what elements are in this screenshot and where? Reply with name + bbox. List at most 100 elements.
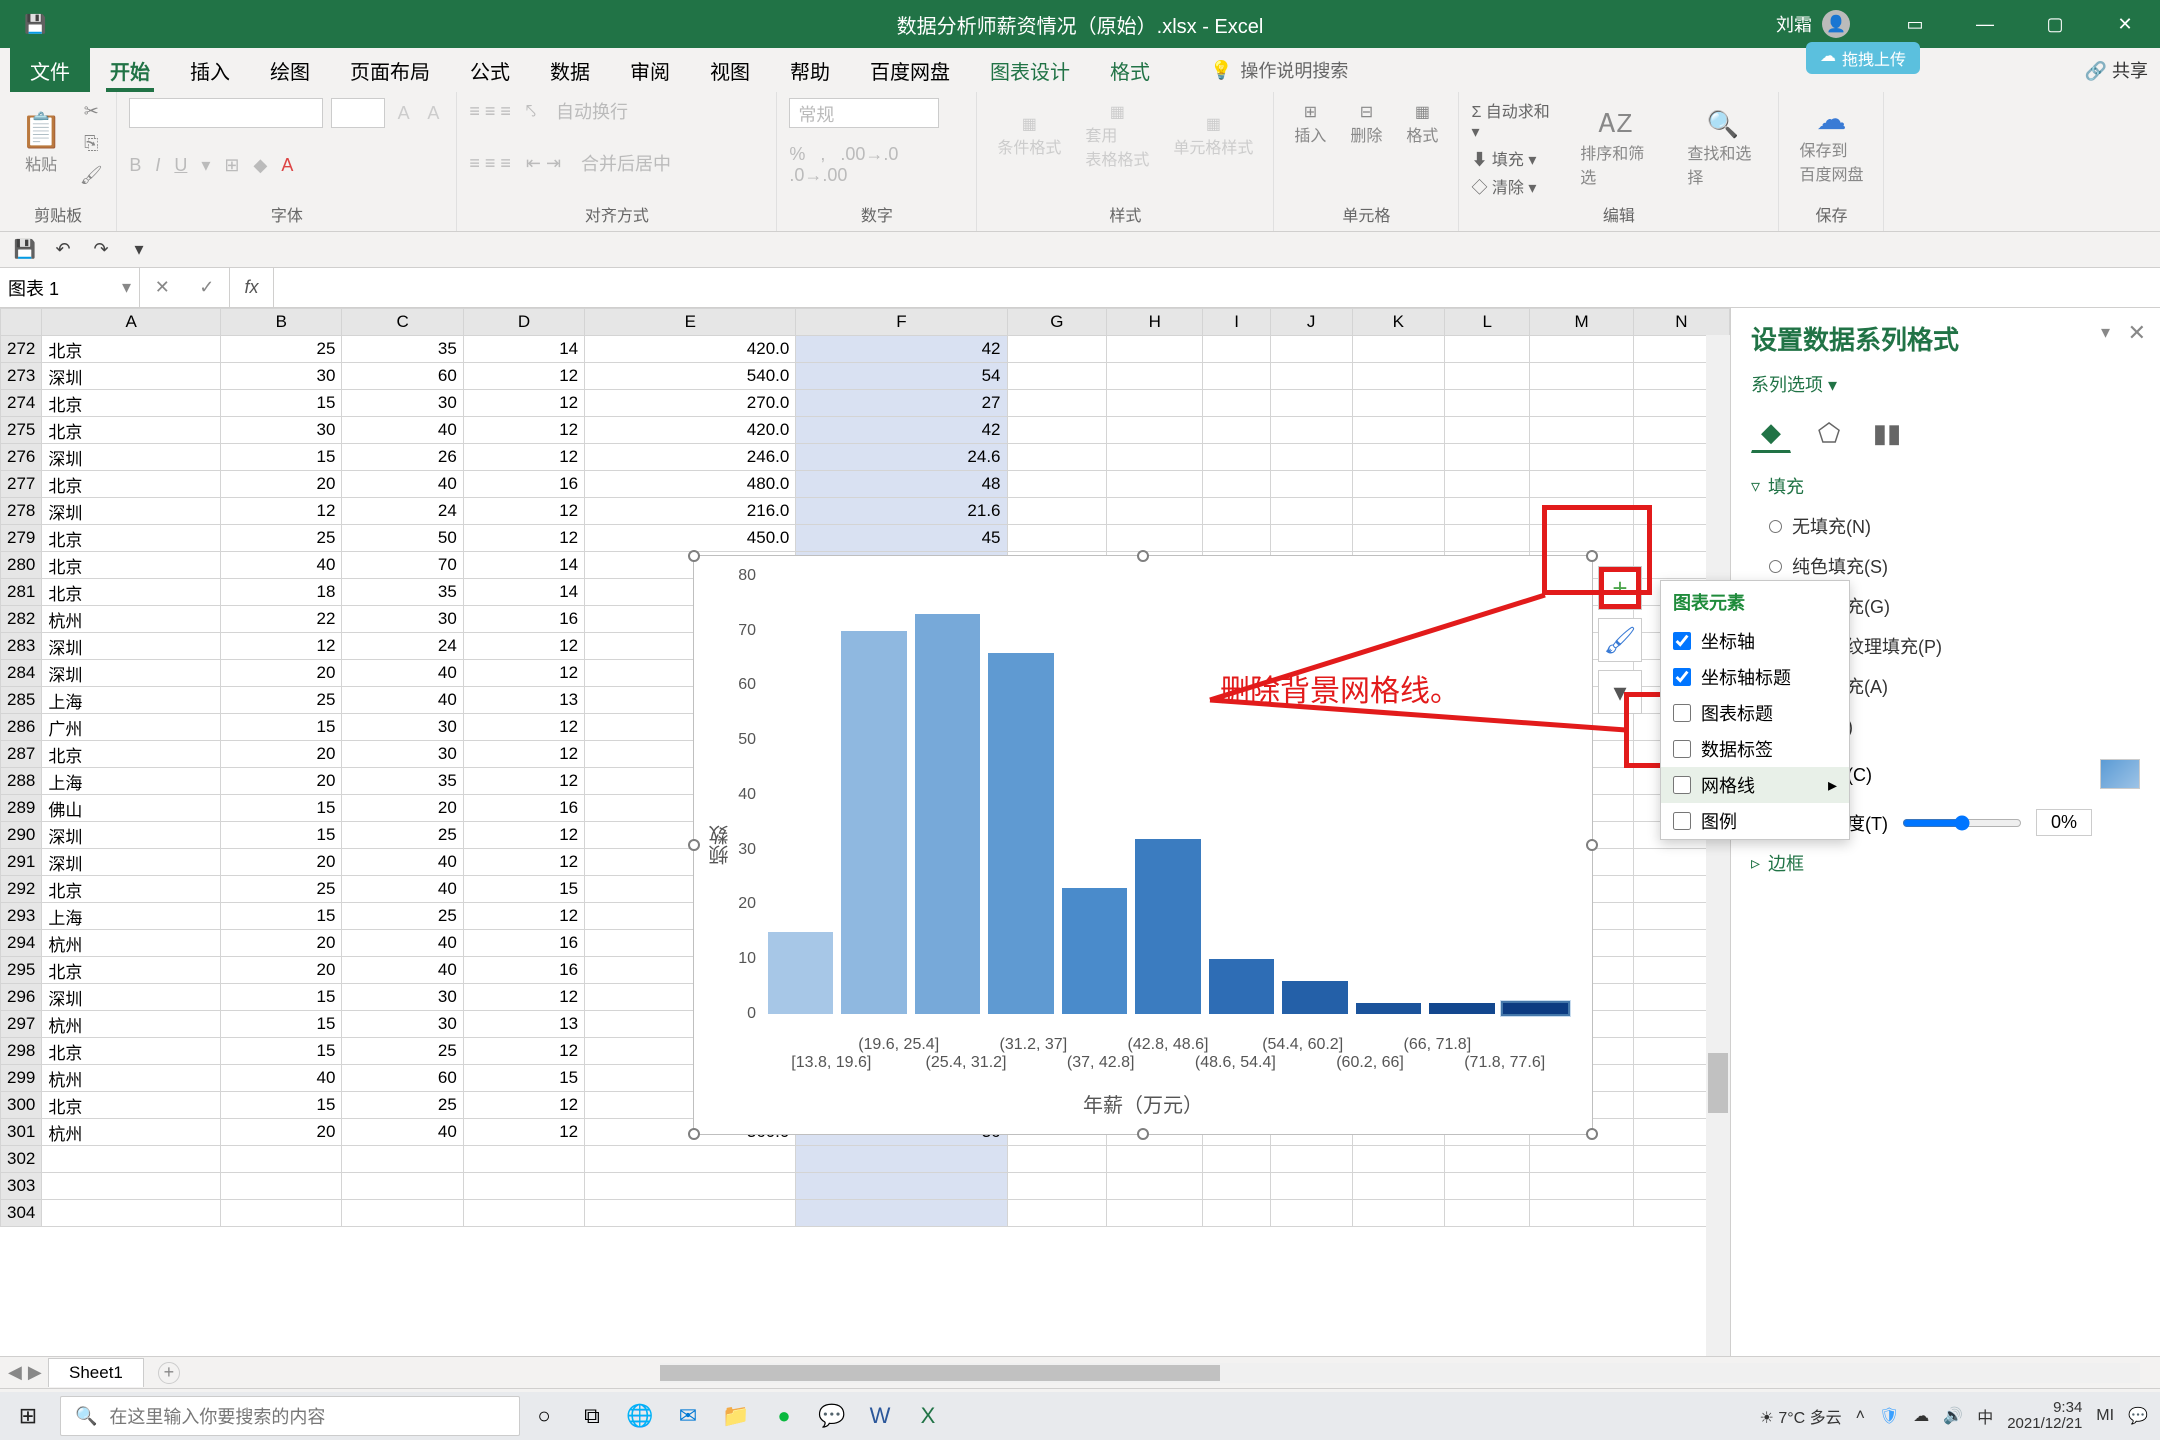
chat-icon[interactable]: 💬	[808, 1392, 856, 1440]
chart-element-option[interactable]: 图例	[1661, 803, 1849, 839]
cell[interactable]: 12	[463, 660, 584, 687]
cell[interactable]: 12	[463, 849, 584, 876]
cell[interactable]: 216.0	[585, 498, 796, 525]
cell[interactable]: 12	[221, 498, 342, 525]
cell[interactable]	[1203, 498, 1270, 525]
paste-button[interactable]: 📋 粘贴	[12, 107, 70, 179]
cell[interactable]: 北京	[42, 417, 221, 444]
cell[interactable]: 上海	[42, 768, 221, 795]
chart-bar[interactable]	[1209, 959, 1274, 1014]
fill-button[interactable]: ⬇ 填充 ▾	[1471, 146, 1552, 170]
cell[interactable]: 12	[463, 714, 584, 741]
cell[interactable]: 40	[342, 471, 463, 498]
cell[interactable]: 杭州	[42, 1011, 221, 1038]
cell[interactable]	[1270, 336, 1352, 363]
series-options-tab-icon[interactable]: ▮▮	[1867, 413, 1907, 453]
cell[interactable]: 16	[463, 606, 584, 633]
cell[interactable]	[1530, 417, 1633, 444]
cell[interactable]: 70	[342, 552, 463, 579]
column-header[interactable]: E	[585, 309, 796, 336]
row-header[interactable]: 289	[1, 795, 42, 822]
cell[interactable]: 40	[221, 1065, 342, 1092]
cell[interactable]: 480.0	[585, 471, 796, 498]
formula-input[interactable]	[274, 268, 2160, 307]
checkbox[interactable]	[1673, 740, 1691, 758]
cell[interactable]	[585, 1146, 796, 1173]
format-as-table-button[interactable]: ▦套用 表格格式	[1077, 98, 1157, 174]
save-icon[interactable]: 💾	[10, 237, 40, 263]
tab-view[interactable]: 视图	[690, 48, 770, 92]
cell[interactable]	[1352, 363, 1445, 390]
cell[interactable]: 12	[221, 633, 342, 660]
tell-me-search[interactable]: 💡 操作说明搜索	[1210, 57, 1348, 83]
cell[interactable]	[1530, 336, 1633, 363]
cell[interactable]: 北京	[42, 1092, 221, 1119]
effects-tab-icon[interactable]: ⬠	[1809, 413, 1849, 453]
cell[interactable]: 15	[221, 714, 342, 741]
row-header[interactable]: 290	[1, 822, 42, 849]
cell[interactable]: 27	[796, 390, 1007, 417]
column-header[interactable]: H	[1107, 309, 1203, 336]
cloud-sync-icon[interactable]: ☁	[1913, 1406, 1929, 1426]
checkbox[interactable]	[1673, 704, 1691, 722]
cell[interactable]: 18	[221, 579, 342, 606]
cell[interactable]: 25	[221, 525, 342, 552]
share-button[interactable]: 🔗 共享	[2085, 57, 2148, 83]
cell[interactable]: 杭州	[42, 606, 221, 633]
cell[interactable]: 12	[463, 390, 584, 417]
edge-icon[interactable]: 🌐	[616, 1392, 664, 1440]
cell[interactable]: 16	[463, 957, 584, 984]
cell[interactable]: 杭州	[42, 1065, 221, 1092]
row-header[interactable]: 298	[1, 1038, 42, 1065]
cell[interactable]: 54	[796, 363, 1007, 390]
cell[interactable]	[1270, 471, 1352, 498]
cell[interactable]	[585, 1200, 796, 1227]
fx-icon[interactable]: fx	[230, 268, 274, 307]
cell[interactable]	[1352, 390, 1445, 417]
cell[interactable]	[463, 1200, 584, 1227]
row-header[interactable]: 304	[1, 1200, 42, 1227]
cell[interactable]: 50	[342, 525, 463, 552]
cell[interactable]	[1352, 1173, 1445, 1200]
tab-format[interactable]: 格式	[1090, 48, 1170, 92]
sort-filter-button[interactable]: ᎪZ排序和筛选	[1572, 98, 1659, 198]
chart-element-option[interactable]: 坐标轴标题	[1661, 659, 1849, 695]
row-header[interactable]: 301	[1, 1119, 42, 1146]
cell[interactable]: 40	[342, 849, 463, 876]
cell[interactable]	[463, 1173, 584, 1200]
cell[interactable]: 246.0	[585, 444, 796, 471]
cell[interactable]: 25	[221, 336, 342, 363]
cell[interactable]: 450.0	[585, 525, 796, 552]
start-button[interactable]: ⊞	[0, 1403, 56, 1429]
cell[interactable]: 540.0	[585, 363, 796, 390]
chart-element-option[interactable]: 坐标轴	[1661, 623, 1849, 659]
tab-review[interactable]: 审阅	[610, 48, 690, 92]
cell[interactable]	[1203, 525, 1270, 552]
horizontal-scrollbar[interactable]	[660, 1363, 2140, 1383]
checkbox[interactable]	[1673, 812, 1691, 830]
cell[interactable]	[1007, 1200, 1107, 1227]
cell-styles-button[interactable]: ▦单元格样式	[1165, 110, 1261, 162]
cell[interactable]: 40	[342, 417, 463, 444]
sheet-nav-prev[interactable]: ◀	[8, 1362, 22, 1383]
tab-chart-design[interactable]: 图表设计	[970, 48, 1090, 92]
cell[interactable]	[1530, 444, 1633, 471]
cell[interactable]: 24	[342, 498, 463, 525]
cell[interactable]	[1352, 1146, 1445, 1173]
cell[interactable]: 420.0	[585, 336, 796, 363]
ime-indicator[interactable]: 中	[1977, 1404, 1993, 1428]
cell[interactable]: 12	[463, 1038, 584, 1065]
row-header[interactable]: 278	[1, 498, 42, 525]
cell[interactable]	[221, 1146, 342, 1173]
wechat-icon[interactable]: ●	[760, 1392, 808, 1440]
column-header[interactable]: G	[1007, 309, 1107, 336]
cell[interactable]	[1203, 336, 1270, 363]
cell[interactable]: 270.0	[585, 390, 796, 417]
cell[interactable]	[1107, 336, 1203, 363]
taskbar-search[interactable]: 🔍 在这里输入你要搜索的内容	[60, 1396, 520, 1436]
row-header[interactable]: 281	[1, 579, 42, 606]
column-header[interactable]: L	[1445, 309, 1530, 336]
column-header[interactable]: J	[1270, 309, 1352, 336]
cell[interactable]: 16	[463, 930, 584, 957]
cell[interactable]: 25	[342, 1092, 463, 1119]
